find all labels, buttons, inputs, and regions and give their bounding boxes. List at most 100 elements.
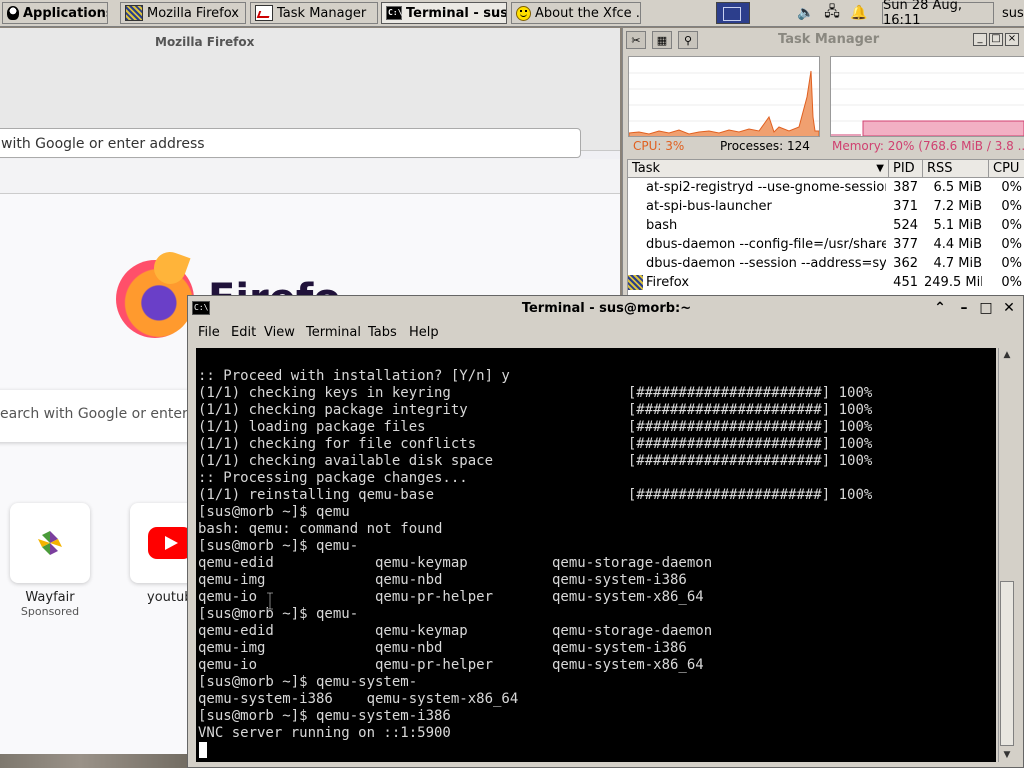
cell-task: at-spi2-registryd --use-gnome-session — [646, 180, 886, 195]
menu-view[interactable]: View — [264, 325, 295, 340]
terminal-icon: C:\ — [386, 6, 402, 20]
table-row[interactable]: at-spi2-registryd --use-gnome-session 38… — [628, 178, 1024, 197]
taskbar-about-xfce-button[interactable]: About the Xfce ... — [511, 2, 641, 24]
clock[interactable]: Sun 28 Aug, 16:11 — [882, 0, 994, 28]
menu-terminal[interactable]: Terminal — [306, 325, 361, 340]
taskbar-task-manager-button[interactable]: Task Manager — [250, 2, 378, 24]
task-manager-window: ✂ ▦ ⚲ Task Manager _ □ × CPU: 3% Process… — [622, 28, 1024, 298]
cell-task: dbus-daemon --session --address=syst... — [646, 256, 886, 271]
maximize-button[interactable]: □ — [977, 299, 995, 317]
column-header-rss[interactable]: RSS — [923, 160, 989, 178]
cell-pid: 387 — [893, 180, 918, 195]
taskbar-terminal-button[interactable]: C:\ Terminal - sus... — [381, 2, 507, 24]
cpu-graph-plot — [629, 70, 819, 136]
column-header-pid[interactable]: PID — [889, 160, 923, 178]
window-list-icon[interactable]: ▦ — [652, 31, 672, 49]
table-row[interactable]: Firefox 451 249.5 MiB 0% — [628, 273, 1024, 292]
terminal-line: (1/1) checking keys in keyring [########… — [198, 385, 873, 401]
table-row[interactable]: dbus-daemon --config-file=/usr/share/de.… — [628, 235, 1024, 254]
firefox-titlebar[interactable]: Mozilla Firefox — [0, 28, 620, 54]
cell-pid: 524 — [893, 218, 918, 233]
minimize-button[interactable]: – — [955, 299, 973, 317]
terminal-line: [sus@morb ~]$ qemu-system-i386 — [198, 708, 451, 724]
column-header-task[interactable]: Task ▼ — [628, 160, 889, 178]
table-row[interactable]: dbus-daemon --session --address=syst... … — [628, 254, 1024, 273]
cpu-usage-label: CPU: 3% — [633, 139, 685, 153]
terminal-line: qemu-system-i386 qemu-system-x86_64 — [198, 691, 519, 707]
cell-pid: 451 — [893, 275, 918, 290]
terminal-screen[interactable]: :: Proceed with installation? [Y/n] y (1/… — [196, 348, 996, 762]
shortcut-label: Wayfair — [25, 590, 75, 605]
cell-cpu: 0% — [1001, 237, 1022, 252]
terminal-line: :: Proceed with installation? [Y/n] y — [198, 368, 510, 384]
terminal-title: Terminal - sus@morb:~ — [521, 301, 692, 316]
cell-cpu: 0% — [1001, 180, 1022, 195]
cell-pid: 371 — [893, 199, 918, 214]
table-row[interactable]: at-spi-bus-launcher 371 7.2 MiB 0% — [628, 197, 1024, 216]
cell-rss: 5.1 MiB — [933, 218, 982, 233]
minimize-button[interactable]: _ — [973, 33, 987, 46]
terminal-line: (1/1) checking package integrity [######… — [198, 402, 873, 418]
process-table: Task ▼ PID RSS CPU at-spi2-registryd --u… — [627, 159, 1024, 298]
volume-icon[interactable]: 🔈 — [796, 3, 816, 23]
maximize-button[interactable]: □ — [989, 33, 1003, 46]
column-header-label: Task — [632, 161, 661, 176]
notification-bell-icon[interactable]: 🔔 — [849, 3, 869, 23]
workspace-switcher[interactable] — [716, 2, 750, 24]
cell-pid: 377 — [893, 237, 918, 252]
terminal-line: qemu-io qemu-pr-helper qemu-system-x86_6… — [198, 657, 704, 673]
youtube-icon — [148, 527, 192, 559]
cell-task: Firefox — [646, 275, 690, 290]
panel-user-label[interactable]: sus — [1002, 6, 1024, 21]
chevron-up-icon[interactable]: ⌃ — [931, 299, 949, 317]
terminal-scrollbar[interactable]: ▲ ▼ — [998, 348, 1015, 762]
terminal-line: [sus@morb ~]$ qemu- — [198, 606, 359, 622]
table-row[interactable]: bash 524 5.1 MiB 0% — [628, 216, 1024, 235]
task-manager-titlebar[interactable]: ✂ ▦ ⚲ Task Manager _ □ × — [623, 28, 1024, 52]
cell-pid: 362 — [893, 256, 918, 271]
applications-menu-button[interactable]: Applications — [2, 2, 108, 24]
cell-rss: 4.7 MiB — [933, 256, 982, 271]
wayfair-icon — [38, 531, 62, 555]
column-header-cpu[interactable]: CPU — [989, 160, 1024, 178]
url-bar[interactable]: with Google or enter address — [0, 128, 581, 158]
close-button[interactable]: ✕ — [1000, 299, 1018, 317]
task-manager-icon — [255, 5, 273, 21]
terminal-titlebar[interactable]: C:\ Terminal - sus@morb:~ ⌃ – □ ✕ — [188, 296, 1023, 321]
terminal-menubar: File Edit View Terminal Tabs Help — [188, 321, 1023, 345]
close-button[interactable]: × — [1005, 33, 1019, 46]
firefox-icon — [125, 5, 143, 21]
terminal-line: [sus@morb ~]$ qemu-system- — [198, 674, 418, 690]
cell-cpu: 0% — [1001, 199, 1022, 214]
menu-tabs[interactable]: Tabs — [368, 325, 397, 340]
terminal-line: qemu-img qemu-nbd qemu-system-i386 — [198, 640, 687, 656]
taskbar-firefox-button[interactable]: Mozilla Firefox — [120, 2, 246, 24]
menu-file[interactable]: File — [198, 325, 220, 340]
shortcut-tile-wayfair[interactable] — [10, 503, 90, 583]
terminal-output: :: Proceed with installation? [Y/n] y (1/… — [196, 368, 872, 742]
xfce-smiley-icon — [516, 5, 531, 21]
cell-task: dbus-daemon --config-file=/usr/share/de.… — [646, 237, 886, 252]
menu-help[interactable]: Help — [409, 325, 439, 340]
scrollbar-thumb[interactable] — [1000, 581, 1014, 746]
firefox-icon — [628, 275, 643, 290]
cell-cpu: 0% — [1001, 256, 1022, 271]
scroll-down-arrow-icon[interactable]: ▼ — [1000, 748, 1014, 762]
applications-label: Applications — [23, 5, 108, 21]
text-cursor-ibeam-icon — [267, 592, 273, 610]
network-icon[interactable]: 🖧 — [822, 3, 842, 23]
terminal-line: [sus@morb ~]$ qemu- — [198, 538, 359, 554]
cell-rss: 249.5 MiB — [924, 275, 982, 290]
terminal-cursor — [199, 742, 207, 758]
terminal-line: :: Processing package changes... — [198, 470, 468, 486]
scroll-up-arrow-icon[interactable]: ▲ — [1000, 348, 1014, 362]
cell-task: at-spi-bus-launcher — [646, 199, 772, 214]
memory-usage-label: Memory: 20% (768.6 MiB / 3.8 ... — [832, 139, 1024, 153]
binoculars-icon[interactable]: ⚲ — [678, 31, 698, 49]
settings-tools-icon[interactable]: ✂ — [626, 31, 646, 49]
firefox-logo-icon — [116, 260, 194, 338]
terminal-line: (1/1) checking for file conflicts [#####… — [198, 436, 873, 452]
cell-rss: 4.4 MiB — [933, 237, 982, 252]
menu-edit[interactable]: Edit — [231, 325, 256, 340]
search-placeholder: earch with Google or enter ad — [0, 406, 210, 422]
